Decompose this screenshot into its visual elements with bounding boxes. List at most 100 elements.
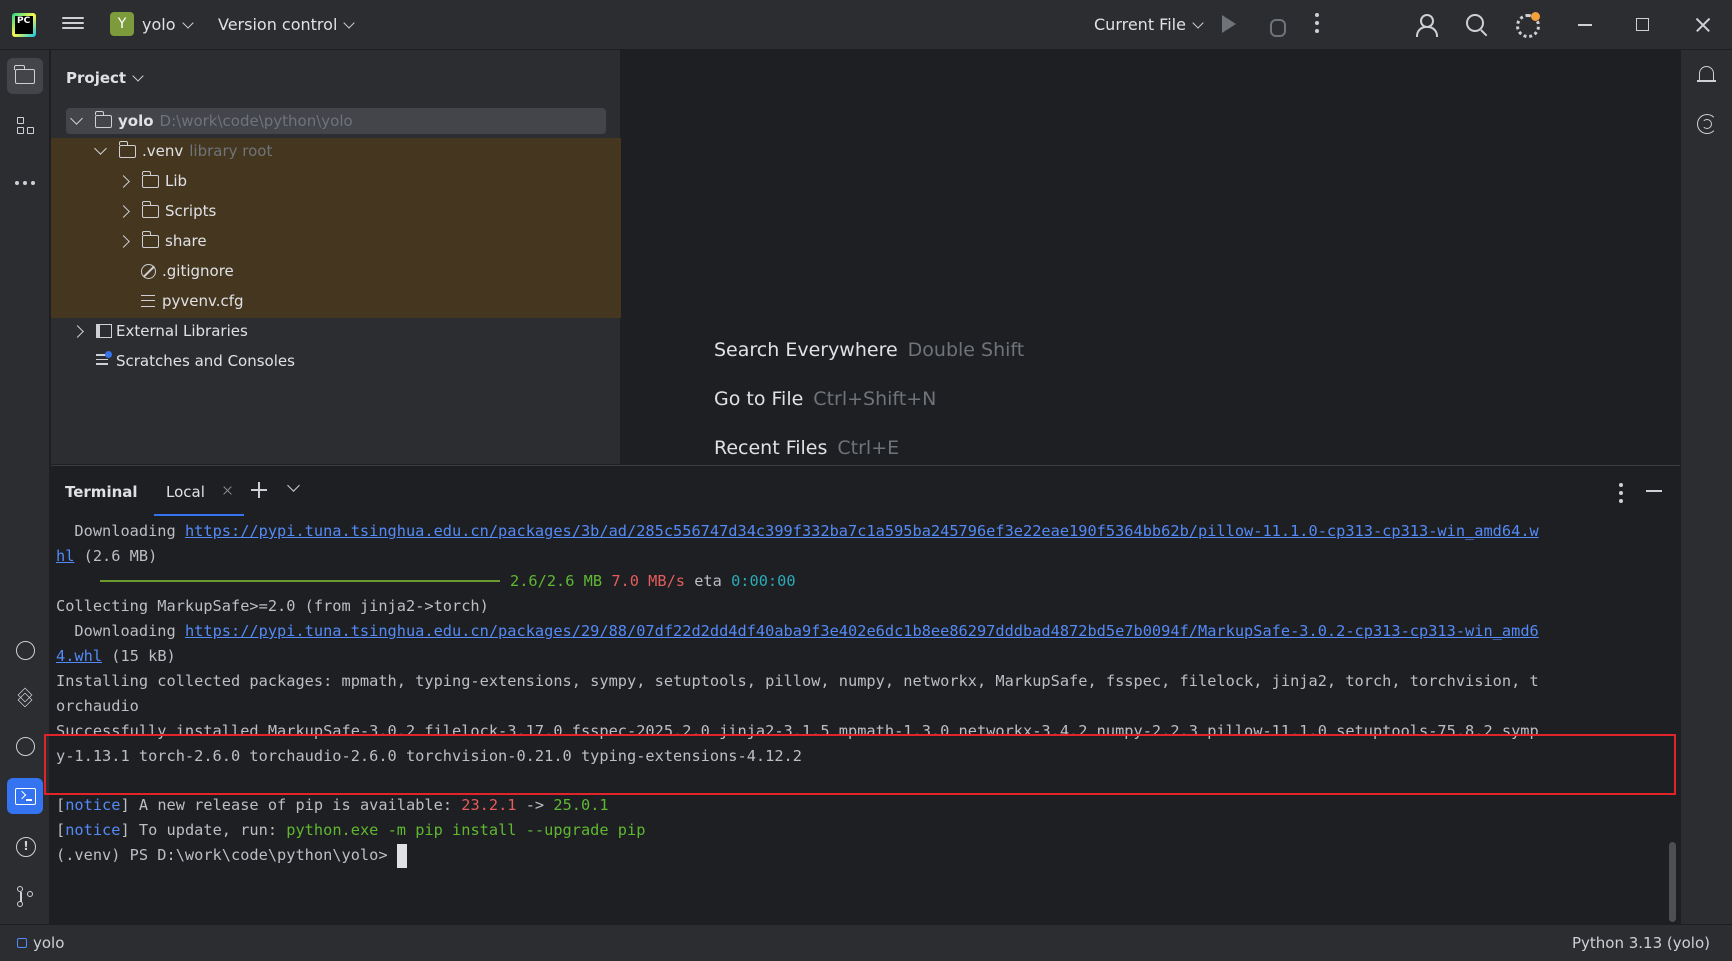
maximize-window-button[interactable]	[1636, 18, 1649, 31]
search-icon[interactable]	[1464, 12, 1490, 38]
status-project-name: yolo	[33, 934, 65, 952]
config-file-icon	[141, 295, 155, 307]
run-icon[interactable]	[1222, 15, 1236, 33]
main-menu-icon[interactable]	[62, 14, 84, 34]
project-tool-button[interactable]	[7, 58, 43, 94]
folder-icon	[94, 110, 112, 128]
interpreter-selector[interactable]: Python 3.13 (yolo)	[1572, 934, 1710, 952]
structure-tool-button[interactable]	[7, 108, 43, 144]
chevron-down-icon	[1192, 17, 1204, 29]
project-view-selector[interactable]: Project	[66, 69, 144, 87]
lib-label: Lib	[165, 172, 188, 190]
collapse-chevron-icon[interactable]	[117, 234, 130, 248]
python-packages-tool-button[interactable]	[7, 632, 43, 668]
tab-local-label: Local	[166, 483, 205, 501]
tree-item-scripts[interactable]: Scripts	[117, 198, 217, 224]
tree-item-root[interactable]: yolo D:\work\code\python\yolo	[66, 108, 606, 134]
close-icon[interactable]	[222, 484, 234, 496]
run-config-selector[interactable]: Current File	[1094, 15, 1204, 34]
structure-icon	[17, 117, 35, 135]
terminal-line: Downloading https://pypi.tuna.tsinghua.e…	[56, 622, 1539, 640]
scratches-label: Scratches and Consoles	[116, 352, 295, 370]
hint-shortcut: Double Shift	[907, 339, 1025, 361]
terminal-line: orchaudio	[56, 697, 139, 715]
download-link[interactable]: hl	[56, 547, 74, 565]
terminal-line: hl (2.6 MB)	[56, 547, 158, 565]
notice-line: [notice] To update, run: python.exe -m p…	[56, 821, 646, 839]
terminal-tool-button[interactable]	[7, 778, 43, 814]
collapse-chevron-icon[interactable]	[117, 204, 130, 218]
root-name: yolo	[118, 112, 154, 130]
text-cursor	[396, 843, 407, 868]
expand-chevron-icon[interactable]	[94, 141, 107, 155]
folder-icon	[14, 65, 35, 84]
status-bar: yolo Python 3.13 (yolo)	[0, 924, 1732, 961]
expand-chevron-icon[interactable]	[70, 111, 83, 125]
terminal-line: 4.whl (15 kB)	[56, 647, 176, 665]
python-icon	[16, 641, 35, 660]
hint-search-everywhere[interactable]: Search Everywhere Double Shift	[714, 339, 1024, 361]
play-circle-icon	[16, 737, 35, 756]
chevron-down-icon	[132, 70, 144, 82]
hide-panel-icon[interactable]	[1646, 490, 1662, 492]
pyvenv-label: pyvenv.cfg	[162, 292, 244, 310]
version-control-menu[interactable]: Version control	[218, 15, 356, 34]
download-link[interactable]: 4.whl	[56, 647, 102, 665]
services-tool-button[interactable]	[7, 728, 43, 764]
tree-item-venv[interactable]: .venv library root	[94, 138, 272, 164]
tab-local[interactable]: Local	[154, 466, 244, 516]
run-config-label: Current File	[1094, 15, 1186, 34]
tree-item-share[interactable]: share	[117, 228, 207, 254]
new-tab-plus-icon[interactable]	[251, 482, 267, 498]
terminal-line: Downloading https://pypi.tuna.tsinghua.e…	[56, 522, 1539, 540]
more-icon	[15, 173, 39, 189]
notice-line: [notice] A new release of pip is availab…	[56, 796, 609, 814]
share-label: share	[165, 232, 207, 250]
hint-recent-files[interactable]: Recent Files Ctrl+E	[714, 437, 899, 459]
git-branch-icon	[17, 886, 35, 908]
right-tool-strip	[1680, 50, 1732, 924]
project-badge[interactable]: Y	[110, 12, 134, 36]
external-libraries-label: External Libraries	[116, 322, 248, 340]
project-panel: Project yolo D:\work\code\python\yolo .v…	[51, 50, 621, 464]
more-actions-icon[interactable]	[1315, 13, 1319, 37]
collapse-chevron-icon[interactable]	[71, 324, 84, 338]
problems-tool-button[interactable]: !	[7, 828, 43, 864]
debug-icon[interactable]	[1266, 14, 1286, 37]
terminal-tab-bar: Terminal Local	[51, 466, 1680, 516]
prompt-line[interactable]: (.venv) PS D:\work\code\python\yolo>	[56, 842, 407, 868]
version-control-label: Version control	[218, 15, 338, 34]
add-user-icon[interactable]	[1414, 12, 1440, 38]
more-tools-button[interactable]	[7, 156, 43, 192]
progress-line: 2.6/2.6 MB 7.0 MB/s eta 0:00:00	[100, 568, 796, 594]
tree-item-gitignore[interactable]: .gitignore	[141, 258, 234, 284]
ai-assistant-icon[interactable]	[1697, 114, 1717, 134]
close-window-button[interactable]	[1694, 14, 1710, 34]
terminal-options-icon[interactable]	[1619, 483, 1623, 507]
project-switcher[interactable]: yolo	[142, 15, 194, 34]
venv-name: .venv	[142, 142, 184, 160]
layers-tool-button[interactable]	[7, 678, 43, 714]
chevron-down-icon[interactable]	[287, 479, 300, 492]
settings-gear-icon[interactable]	[1514, 12, 1540, 38]
terminal-scrollbar[interactable]	[1669, 842, 1676, 922]
hint-go-to-file[interactable]: Go to File Ctrl+Shift+N	[714, 388, 936, 410]
status-project[interactable]: yolo	[17, 934, 64, 952]
download-link[interactable]: https://pypi.tuna.tsinghua.edu.cn/packag…	[185, 522, 1539, 540]
chevron-down-icon	[343, 17, 356, 29]
tree-item-scratches[interactable]: Scratches and Consoles	[96, 348, 295, 374]
download-link[interactable]: https://pypi.tuna.tsinghua.edu.cn/packag…	[185, 622, 1539, 640]
tree-item-external-libraries[interactable]: External Libraries	[71, 318, 248, 344]
tree-item-lib[interactable]: Lib	[117, 168, 188, 194]
terminal-line: Collecting MarkupSafe>=2.0 (from jinja2-…	[56, 597, 489, 615]
git-tool-button[interactable]	[7, 878, 43, 914]
download-progress-bar	[100, 579, 500, 582]
terminal-panel: Terminal Local Downloading https://pypi.…	[44, 465, 1680, 924]
collapse-chevron-icon[interactable]	[117, 174, 130, 188]
layers-icon	[16, 687, 36, 708]
scripts-label: Scripts	[165, 202, 217, 220]
tree-item-pyvenv[interactable]: pyvenv.cfg	[141, 288, 244, 314]
minimize-window-button[interactable]	[1578, 24, 1592, 26]
notifications-bell-icon[interactable]	[1697, 64, 1717, 86]
left-tool-strip: !	[0, 50, 50, 924]
